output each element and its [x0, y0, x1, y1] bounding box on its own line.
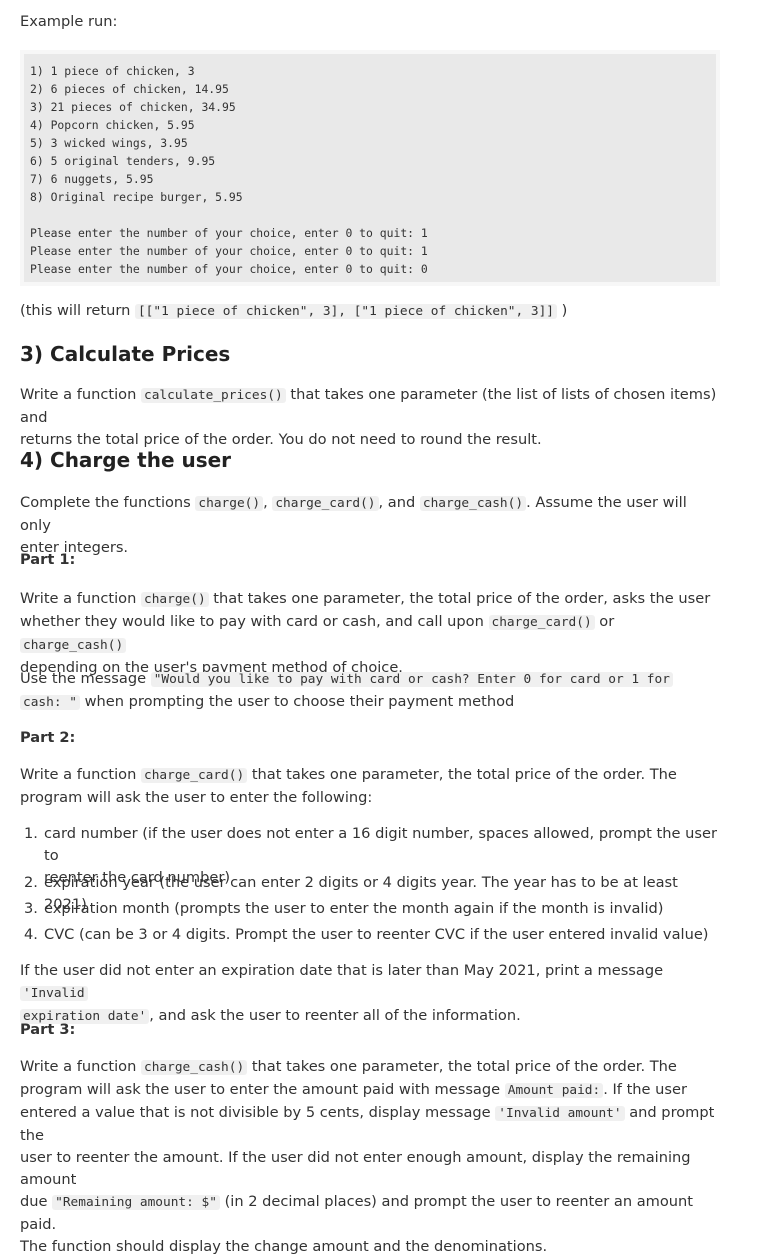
text: user to reenter the amount. If the user …: [20, 1149, 691, 1188]
text: that takes one parameter, the total pric…: [247, 766, 677, 783]
charge-code: charge(): [195, 496, 264, 511]
menu-line: 7) 6 nuggets, 5.95: [30, 172, 154, 186]
charge-code: charge(): [141, 592, 209, 607]
text: , and ask the user to reenter all of the…: [149, 1007, 521, 1024]
text: Complete the functions: [20, 494, 196, 511]
return-note-text: (this will return: [20, 302, 135, 319]
part-3-label: Part 3:: [20, 1021, 76, 1038]
example-run-code: 1) 1 piece of chicken, 3 2) 6 pieces of …: [24, 54, 716, 282]
text: Write a function: [20, 590, 142, 607]
part-1-message-paragraph: Use the message "Would you like to pay w…: [20, 668, 720, 714]
prompt-line: Please enter the number of your choice, …: [30, 226, 428, 240]
calculate-prices-code: calculate_prices(): [141, 388, 286, 403]
text: due: [20, 1193, 53, 1210]
menu-line: 5) 3 wicked wings, 3.95: [30, 136, 188, 150]
list-number: 2.: [24, 874, 38, 891]
text: Write a function: [20, 386, 142, 403]
menu-line: 2) 6 pieces of chicken, 14.95: [30, 82, 229, 96]
menu-line: 8) Original recipe burger, 5.95: [30, 190, 243, 204]
menu-line: 6) 5 original tenders, 9.95: [30, 154, 216, 168]
text: program will ask the user to enter the a…: [20, 1081, 505, 1098]
part-3-paragraph: Write a function charge_cash() that take…: [20, 1056, 720, 1258]
list-text: expiration month (prompts the user to en…: [44, 900, 664, 917]
section-4-intro: Complete the functions charge(), charge_…: [20, 492, 720, 559]
menu-line: 4) Popcorn chicken, 5.95: [30, 118, 195, 132]
text: , and: [378, 494, 420, 511]
text: entered a value that is not divisible by…: [20, 1104, 496, 1121]
text: Use the message: [20, 670, 151, 687]
return-note: (this will return [["1 piece of chicken"…: [20, 300, 720, 323]
document-page: Example run: 1) 1 piece of chicken, 3 2)…: [0, 0, 758, 1255]
part-1-paragraph: Write a function charge() that takes one…: [20, 588, 720, 679]
section-4-heading: 4) Charge the user: [20, 448, 232, 472]
list-text: CVC (can be 3 or 4 digits. Prompt the us…: [44, 926, 709, 943]
charge-card-code: charge_card(): [488, 615, 595, 630]
text: ,: [263, 494, 273, 511]
part-2-paragraph: Write a function charge_card() that take…: [20, 764, 720, 809]
return-note-close: ): [557, 302, 568, 319]
text: The function should display the change a…: [20, 1238, 548, 1255]
charge-card-code: charge_card(): [141, 768, 248, 783]
intro-text: Example run:: [20, 13, 118, 30]
menu-line: 1) 1 piece of chicken, 3: [30, 64, 195, 78]
part-2-expiry-paragraph: If the user did not enter an expiration …: [20, 960, 720, 1028]
example-run-block: 1) 1 piece of chicken, 3 2) 6 pieces of …: [20, 50, 720, 286]
text: Write a function: [20, 1058, 142, 1075]
text: If the user did not enter an expiration …: [20, 962, 664, 979]
invalid-amount-code: 'Invalid amount': [495, 1106, 625, 1121]
list-text: card number (if the user does not enter …: [44, 825, 717, 864]
list-number: 3.: [24, 900, 38, 917]
list-number: 1.: [24, 825, 38, 842]
prompt-line: Please enter the number of your choice, …: [30, 244, 428, 258]
charge-cash-code: charge_cash(): [20, 638, 127, 653]
text: that takes one parameter, the total pric…: [208, 590, 711, 607]
return-value-code: [["1 piece of chicken", 3], ["1 piece of…: [134, 304, 558, 319]
text: or: [594, 613, 615, 630]
payment-prompt-code-cont: cash: ": [20, 695, 80, 710]
text: . If the user: [603, 1081, 687, 1098]
text: Write a function: [20, 766, 142, 783]
invalid-expiration-code: 'Invalid: [20, 986, 88, 1001]
amount-paid-code: Amount paid:: [504, 1083, 604, 1098]
prompt-line: Please enter the number of your choice, …: [30, 262, 428, 276]
text: when prompting the user to choose their …: [79, 693, 515, 710]
section-3-heading: 3) Calculate Prices: [20, 342, 231, 366]
text: whether they would like to pay with card…: [20, 613, 489, 630]
payment-prompt-code: "Would you like to pay with card or cash…: [150, 672, 673, 687]
charge-cash-code: charge_cash(): [419, 496, 527, 511]
text: that takes one parameter, the total pric…: [247, 1058, 677, 1075]
menu-line: 3) 21 pieces of chicken, 34.95: [30, 100, 236, 114]
text: program will ask the user to enter the f…: [20, 789, 373, 806]
charge-card-code: charge_card(): [272, 496, 379, 511]
remaining-amount-code: "Remaining amount: $": [52, 1195, 220, 1210]
part-1-label: Part 1:: [20, 551, 76, 568]
charge-cash-code: charge_cash(): [141, 1060, 248, 1075]
text: returns the total price of the order. Yo…: [20, 431, 542, 448]
list-item: 3. expiration month (prompts the user to…: [24, 898, 724, 920]
section-3-paragraph: Write a function calculate_prices() that…: [20, 384, 720, 451]
list-number: 4.: [24, 926, 38, 943]
part-2-label: Part 2:: [20, 729, 76, 746]
list-item: 4. CVC (can be 3 or 4 digits. Prompt the…: [24, 924, 724, 946]
